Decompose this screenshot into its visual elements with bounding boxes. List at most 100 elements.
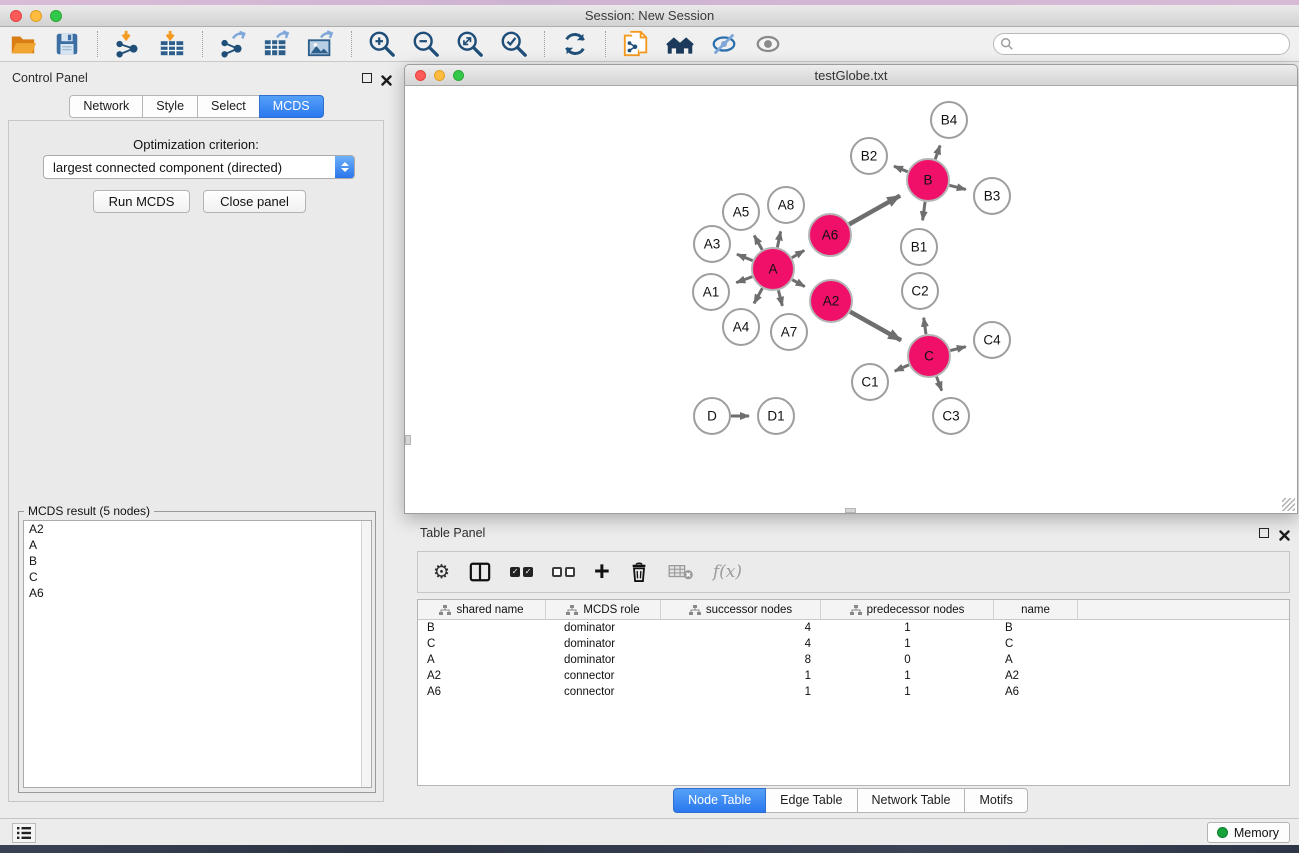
show-graphics-details-icon[interactable] xyxy=(754,30,782,58)
zoom-out-icon[interactable] xyxy=(412,30,440,58)
select-all-columns-icon[interactable]: ✓✓ xyxy=(510,559,533,585)
table-row[interactable]: A6connector11A6 xyxy=(418,684,1289,700)
table-row[interactable]: A2connector11A2 xyxy=(418,668,1289,684)
graph-node-C[interactable]: C xyxy=(908,335,950,377)
graph-node-C4[interactable]: C4 xyxy=(974,322,1010,358)
graph-node-C2[interactable]: C2 xyxy=(902,273,938,309)
graph-node-A7[interactable]: A7 xyxy=(771,314,807,350)
tab-network[interactable]: Network xyxy=(69,95,143,118)
graph-node-A2[interactable]: A2 xyxy=(810,280,852,322)
delete-column-trash-icon[interactable] xyxy=(629,559,649,585)
graph-node-A6[interactable]: A6 xyxy=(809,214,851,256)
graph-edge-B-B3[interactable] xyxy=(949,185,965,189)
graph-edge-A-A6[interactable] xyxy=(792,250,804,257)
horizontal-scroll-thumb[interactable] xyxy=(845,508,856,513)
tab-node-table[interactable]: Node Table xyxy=(673,788,766,813)
table-row[interactable]: Cdominator41C xyxy=(418,636,1289,652)
tab-network-table[interactable]: Network Table xyxy=(857,788,966,813)
column-header-predecessor-nodes[interactable]: predecessor nodes xyxy=(821,600,994,620)
graph-edge-A6-B[interactable] xyxy=(849,196,900,225)
graph-edge-A-A7[interactable] xyxy=(778,290,782,306)
graph-edge-A-A2[interactable] xyxy=(792,280,804,287)
graph-edge-A-A3[interactable] xyxy=(737,254,753,260)
graph-edge-A-A8[interactable] xyxy=(777,231,780,247)
graph-node-A8[interactable]: A8 xyxy=(768,187,804,223)
import-network-icon[interactable] xyxy=(114,30,142,58)
hide-graphics-details-icon[interactable] xyxy=(710,30,738,58)
network-graph[interactable]: A A1 A2 A3 A4 A5 A6 A7 A8 B B1 B2 B3 B4 C C1 C2 C3 C4 D D1 xyxy=(405,86,1297,512)
graph-edge-C-C4[interactable] xyxy=(950,347,966,351)
delete-table-icon[interactable] xyxy=(668,559,694,585)
mcds-result-item[interactable]: A2 xyxy=(24,521,371,537)
graph-node-A[interactable]: A xyxy=(752,248,794,290)
graph-edge-C-C1[interactable] xyxy=(895,365,909,371)
column-organize-icon[interactable] xyxy=(469,559,491,585)
save-session-icon[interactable] xyxy=(53,30,81,58)
graph-node-D1[interactable]: D1 xyxy=(758,398,794,434)
column-header-name[interactable]: name xyxy=(994,600,1078,620)
table-settings-gear-icon[interactable]: ⚙ xyxy=(433,559,450,585)
tab-edge-table[interactable]: Edge Table xyxy=(765,788,857,813)
zoom-selected-icon[interactable] xyxy=(500,30,528,58)
tab-select[interactable]: Select xyxy=(197,95,260,118)
column-header-successor-nodes[interactable]: successor nodes xyxy=(661,600,821,620)
close-panel-icon[interactable] xyxy=(381,73,392,84)
memory-button[interactable]: Memory xyxy=(1207,822,1290,843)
export-image-icon[interactable] xyxy=(307,30,335,58)
run-mcds-button[interactable]: Run MCDS xyxy=(93,190,190,213)
network-window-titlebar[interactable]: testGlobe.txt xyxy=(404,64,1298,86)
graph-node-B2[interactable]: B2 xyxy=(851,138,887,174)
task-history-button[interactable] xyxy=(12,823,36,843)
search-input[interactable] xyxy=(1014,35,1289,53)
deselect-all-columns-icon[interactable] xyxy=(552,559,575,585)
graph-edge-A2-C[interactable] xyxy=(850,312,901,341)
close-panel-button[interactable]: Close panel xyxy=(203,190,306,213)
table-row[interactable]: Bdominator41B xyxy=(418,620,1289,636)
graph-edge-A-A5[interactable] xyxy=(754,236,762,250)
graph-node-A4[interactable]: A4 xyxy=(723,309,759,345)
function-builder-icon[interactable]: f(x) xyxy=(713,559,742,585)
column-header-shared-name[interactable]: shared name xyxy=(418,600,546,620)
export-network-icon[interactable] xyxy=(219,30,247,58)
graph-edge-A-A4[interactable] xyxy=(754,288,762,303)
network-from-selection-icon[interactable] xyxy=(622,30,650,58)
search-box[interactable] xyxy=(993,33,1290,55)
graph-node-C1[interactable]: C1 xyxy=(852,364,888,400)
graph-node-B4[interactable]: B4 xyxy=(931,102,967,138)
graph-node-B1[interactable]: B1 xyxy=(901,229,937,265)
refresh-icon[interactable] xyxy=(561,30,589,58)
graph-node-C3[interactable]: C3 xyxy=(933,398,969,434)
open-session-icon[interactable] xyxy=(9,30,37,58)
graph-edge-B-B1[interactable] xyxy=(923,202,925,220)
mcds-result-item[interactable]: C xyxy=(24,569,371,585)
graph-edge-C-C3[interactable] xyxy=(937,377,942,391)
mcds-result-item[interactable]: A xyxy=(24,537,371,553)
graph-node-D[interactable]: D xyxy=(694,398,730,434)
graph-edge-A-A1[interactable] xyxy=(736,277,752,283)
column-header-mcds-role[interactable]: MCDS role xyxy=(546,600,661,620)
graph-node-A1[interactable]: A1 xyxy=(693,274,729,310)
tab-mcds[interactable]: MCDS xyxy=(259,95,324,118)
tab-style[interactable]: Style xyxy=(142,95,198,118)
float-panel-icon[interactable] xyxy=(362,73,372,83)
graph-node-A5[interactable]: A5 xyxy=(723,194,759,230)
network-canvas[interactable]: A A1 A2 A3 A4 A5 A6 A7 A8 B B1 B2 B3 B4 C C1 C2 C3 C4 D D1 xyxy=(404,86,1298,514)
mcds-result-list[interactable]: A2ABCA6 xyxy=(23,520,372,788)
add-column-icon[interactable]: + xyxy=(594,559,610,585)
export-table-icon[interactable] xyxy=(263,30,291,58)
graph-node-B3[interactable]: B3 xyxy=(974,178,1010,214)
home-houses-icon[interactable] xyxy=(666,30,694,58)
close-table-panel-icon[interactable] xyxy=(1279,528,1290,539)
mcds-result-item[interactable]: A6 xyxy=(24,585,371,601)
zoom-in-icon[interactable] xyxy=(368,30,396,58)
resize-grip-icon[interactable] xyxy=(1282,498,1295,511)
graph-node-B[interactable]: B xyxy=(907,159,949,201)
vertical-scroll-thumb[interactable] xyxy=(405,435,411,445)
tab-motifs[interactable]: Motifs xyxy=(964,788,1027,813)
zoom-fit-icon[interactable] xyxy=(456,30,484,58)
graph-edge-B-B4[interactable] xyxy=(935,145,940,159)
graph-edge-B-B2[interactable] xyxy=(894,166,908,172)
graph-node-A3[interactable]: A3 xyxy=(694,226,730,262)
result-list-scrollbar[interactable] xyxy=(361,521,371,787)
table-row[interactable]: Adominator80A xyxy=(418,652,1289,668)
